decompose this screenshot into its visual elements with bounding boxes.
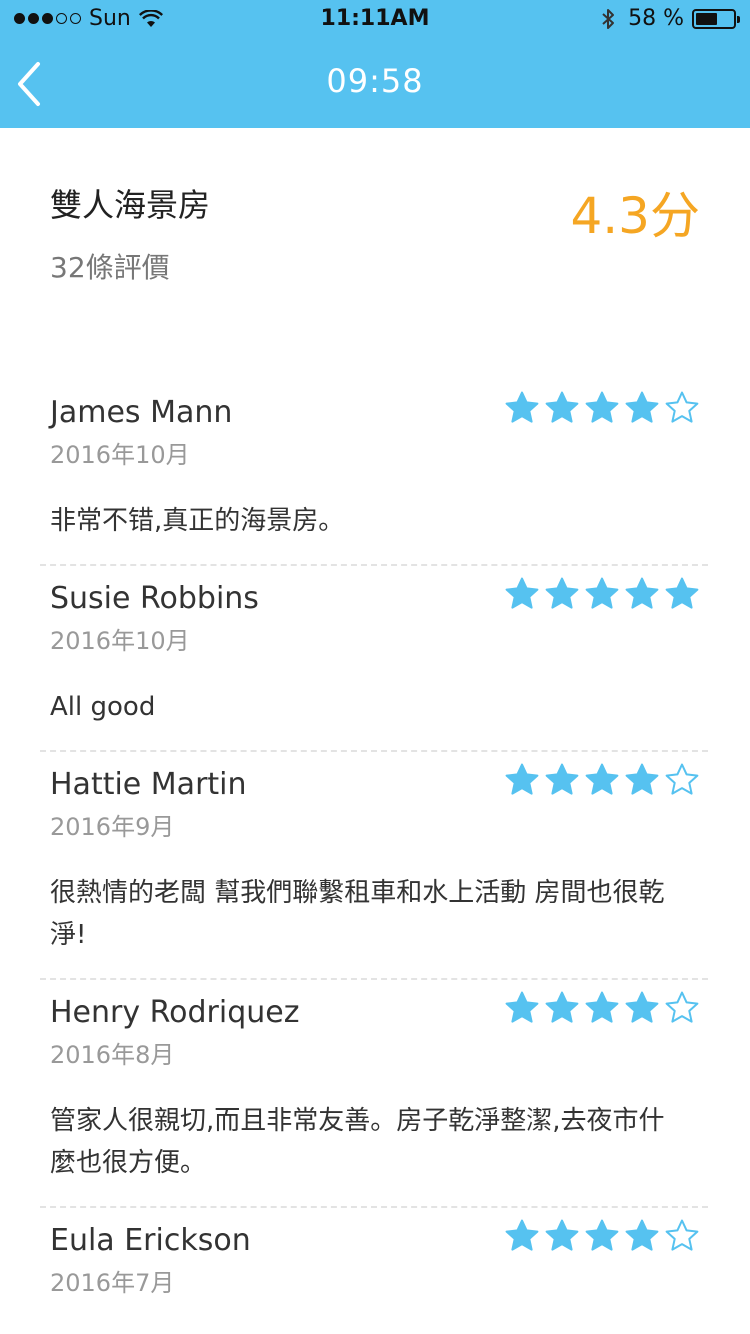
star-filled-icon: [505, 391, 539, 423]
header: Sun 11:11AM 58 % 09:58: [0, 0, 750, 128]
battery-icon: [692, 8, 740, 29]
star-empty-icon: [665, 1219, 699, 1251]
star-filled-icon: [625, 763, 659, 795]
star-filled-icon: [505, 577, 539, 609]
nav-bar: 09:58: [0, 40, 750, 128]
review-item: Henry Rodriquez 2016年8月 管家人很親切,而且非常友善。房子…: [40, 980, 708, 1208]
review-screen: Sun 11:11AM 58 % 09:58 雙人海景房 32條評價 4.3分 …: [0, 0, 750, 1334]
star-filled-icon: [585, 991, 619, 1023]
star-filled-icon: [625, 1219, 659, 1251]
battery-percent: 58 %: [628, 6, 684, 31]
star-rating: [504, 990, 700, 1026]
star-filled-icon: [625, 991, 659, 1023]
star-filled-icon: [585, 577, 619, 609]
star-filled-icon: [665, 577, 699, 609]
review-text: 很熱情的老闆 幫我們聯繫租車和水上活動 房間也很乾淨!: [50, 878, 665, 950]
review-count: 32條評價: [50, 251, 170, 284]
review-text: 非常不错,真正的海景房。: [50, 506, 345, 536]
review-list: James Mann 2016年10月 非常不错,真正的海景房。 Susie R…: [40, 380, 708, 1334]
review-text: 管家人很親切,而且非常友善。房子乾淨整潔,去夜市什麼也很方便。: [50, 1106, 665, 1178]
star-filled-icon: [585, 391, 619, 423]
star-empty-icon: [665, 763, 699, 795]
room-name: 雙人海景房: [50, 186, 211, 224]
review-item: James Mann 2016年10月 非常不错,真正的海景房。: [40, 380, 708, 566]
star-filled-icon: [505, 763, 539, 795]
review-date: 2016年7月: [50, 1269, 175, 1297]
review-item: Hattie Martin 2016年9月 很熱情的老闆 幫我們聯繫租車和水上活…: [40, 752, 708, 980]
status-bar: Sun 11:11AM 58 %: [0, 0, 750, 40]
review-date: 2016年10月: [50, 627, 190, 655]
star-empty-icon: [665, 391, 699, 423]
star-filled-icon: [545, 763, 579, 795]
review-date: 2016年10月: [50, 441, 190, 469]
star-rating: [504, 390, 700, 426]
star-filled-icon: [625, 391, 659, 423]
star-filled-icon: [545, 391, 579, 423]
review-item: Eula Erickson 2016年7月: [40, 1208, 708, 1334]
star-filled-icon: [585, 1219, 619, 1251]
star-empty-icon: [665, 991, 699, 1023]
review-date: 2016年9月: [50, 813, 175, 841]
star-filled-icon: [625, 577, 659, 609]
star-filled-icon: [505, 1219, 539, 1251]
star-rating: [504, 762, 700, 798]
nav-title: 09:58: [326, 62, 424, 100]
star-filled-icon: [545, 991, 579, 1023]
battery-level: [696, 12, 717, 25]
star-rating: [504, 576, 700, 612]
bluetooth-icon: [602, 8, 615, 29]
star-filled-icon: [545, 577, 579, 609]
review-text: All good: [50, 692, 156, 722]
review-date: 2016年8月: [50, 1041, 175, 1069]
average-score: 4.3分: [570, 187, 700, 245]
rating-summary: 雙人海景房 32條評價 4.3分: [50, 176, 700, 296]
star-filled-icon: [585, 763, 619, 795]
star-filled-icon: [545, 1219, 579, 1251]
review-item: Susie Robbins 2016年10月 All good: [40, 566, 708, 752]
star-filled-icon: [505, 991, 539, 1023]
star-rating: [504, 1218, 700, 1254]
status-right: 58 %: [600, 6, 740, 31]
